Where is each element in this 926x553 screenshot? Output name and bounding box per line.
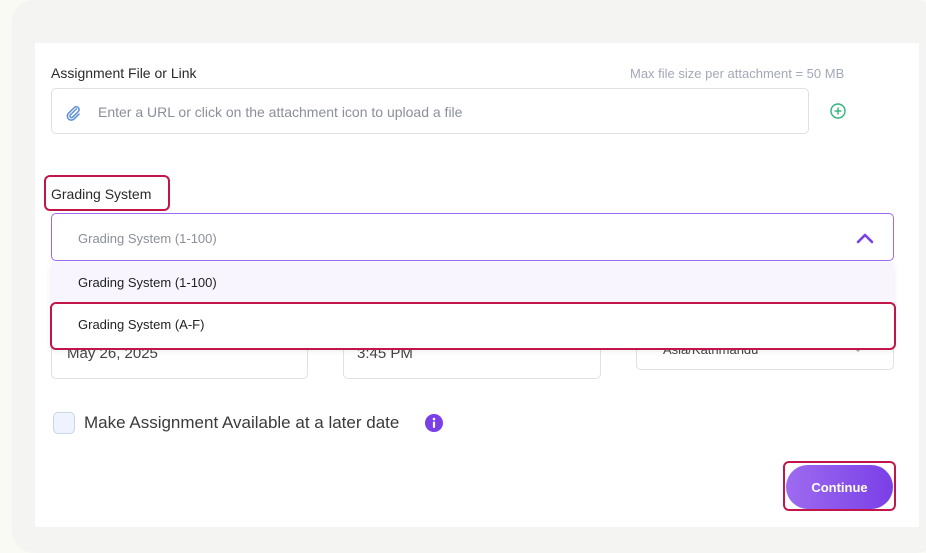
chevron-up-icon[interactable] bbox=[854, 230, 876, 246]
available-later-checkbox[interactable] bbox=[53, 412, 75, 434]
grading-select-placeholder: Grading System (1-100) bbox=[78, 231, 217, 246]
assignment-file-label: Assignment File or Link bbox=[51, 65, 197, 81]
available-later-label: Make Assignment Available at a later dat… bbox=[84, 413, 400, 432]
assignment-link-placeholder: Enter a URL or click on the attachment i… bbox=[98, 104, 463, 120]
info-icon[interactable] bbox=[425, 414, 443, 432]
grading-option-a-f[interactable]: Grading System (A-F) bbox=[51, 304, 894, 345]
grading-option-1-100[interactable]: Grading System (1-100) bbox=[51, 262, 894, 303]
paperclip-icon[interactable] bbox=[64, 104, 82, 122]
grading-system-select[interactable]: Grading System (1-100) bbox=[51, 213, 894, 261]
assignment-link-input[interactable]: Enter a URL or click on the attachment i… bbox=[51, 88, 809, 134]
max-file-size-hint: Max file size per attachment = 50 MB bbox=[630, 66, 845, 81]
grading-system-label: Grading System bbox=[51, 186, 152, 202]
continue-button[interactable]: Continue bbox=[786, 465, 893, 509]
add-circle-icon[interactable] bbox=[829, 102, 847, 120]
